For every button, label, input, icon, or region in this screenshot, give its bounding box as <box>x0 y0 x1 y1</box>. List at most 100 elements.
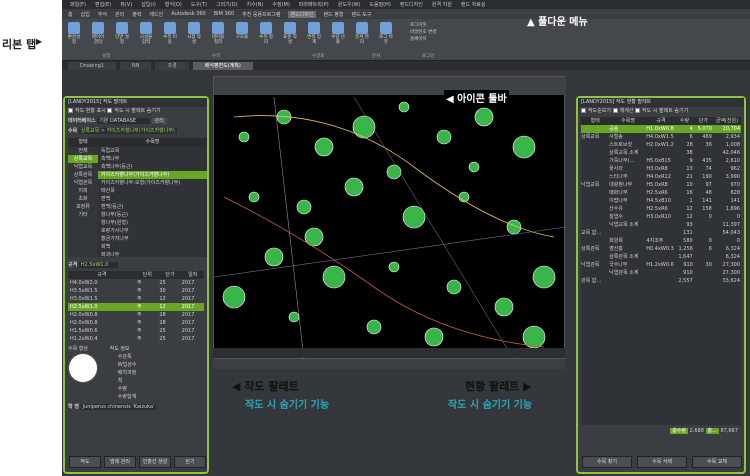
tree-symbol[interactable] <box>474 107 494 127</box>
category-item[interactable]: 포장류 <box>68 203 98 211</box>
tree-symbol[interactable] <box>314 137 334 157</box>
spec-row[interactable]: H4.0xW2.0 주 25 2017 <box>68 279 204 287</box>
status-row[interactable]: 교목 합... 131 54,043 <box>581 229 741 237</box>
category-item[interactable]: 초화 <box>68 195 98 203</box>
menu-item[interactable]: 윈도우(W) <box>338 1 361 8</box>
tree-symbol[interactable] <box>344 177 364 197</box>
spec-row[interactable]: H2.0xW0.8 주 28 2017 <box>68 311 204 319</box>
status-row[interactable]: 느티나무 H4.0xR12 21 190 3,990 <box>581 173 741 181</box>
spec-field[interactable]: H2.5xW1.0 <box>78 262 119 268</box>
status-palette-button[interactable]: 수목 찾기 <box>582 456 632 468</box>
ribbon-button[interactable]: 수량 산출 <box>330 22 346 45</box>
scientific-name-field[interactable]: Juniperus chinensis 'Kaizuka' <box>80 404 157 410</box>
tree-symbol[interactable] <box>238 131 250 143</box>
tree-symbol[interactable] <box>402 205 426 229</box>
tree-symbol[interactable] <box>494 297 514 317</box>
menu-item[interactable]: 파일(F) <box>70 1 86 8</box>
document-tab[interactable]: NN <box>119 61 152 70</box>
category-item[interactable]: 전체 <box>68 147 98 155</box>
status-row[interactable]: 스트로브잣 H2.0xW1.2 28 36 1,008 <box>581 141 741 149</box>
tree-name-item[interactable]: 태산목 <box>98 187 207 195</box>
homepage-item[interactable]: 홈페이지 <box>410 36 470 43</box>
ribbon-tab[interactable]: 관리 <box>115 11 124 18</box>
status-row[interactable]: 회양목 4지조주 580 0 0 <box>581 237 741 245</box>
menu-item[interactable]: 뷰(V) <box>120 1 132 8</box>
document-tab[interactable]: 배식평면도(계획) <box>192 61 253 70</box>
ribbon-tab[interactable]: 주석 <box>98 11 107 18</box>
ribbon-tab[interactable]: 삽입 <box>81 11 90 18</box>
tree-name-item[interactable]: 측백나무(둥근) <box>98 163 207 171</box>
tree-symbol[interactable] <box>436 129 452 145</box>
tree-name-item[interactable]: 화과나무 <box>98 251 207 257</box>
ribbon-button[interactable]: 로그 아웃 <box>378 22 394 45</box>
spec-row[interactable]: H1.2xW0.4 주 25 2017 <box>68 335 204 343</box>
tree-symbol[interactable] <box>248 191 260 203</box>
menu-item[interactable]: 형식(O) <box>165 1 182 8</box>
status-row[interactable]: 상록교목 사철송 H4.0xW1.5 6 489 2,934 <box>581 133 741 141</box>
logout-item[interactable]: 로그아웃 <box>410 22 470 29</box>
manage-button[interactable]: 관리 <box>151 118 167 124</box>
tree-symbol[interactable] <box>424 327 444 347</box>
work-palette-button[interactable]: 닫기 <box>174 456 206 468</box>
ribbon-tab[interactable]: 추천 응용프로그램 <box>242 11 280 18</box>
ribbon-tab[interactable]: 랜드 도구 <box>352 11 372 18</box>
change-password-item[interactable]: 비밀번호 변경 <box>410 29 470 36</box>
menu-item[interactable]: 원격 지원 <box>432 1 452 8</box>
menu-item[interactable]: 랜드디자인 <box>400 1 423 8</box>
work-palette-button[interactable]: 범례 관리 <box>104 456 136 468</box>
menu-item[interactable]: 그리기(D) <box>216 1 238 8</box>
ribbon-button[interactable]: 테이블 정리 <box>210 22 226 45</box>
status-row[interactable]: 가죽나무(... H5.0xB15 9 435 2,610 <box>581 157 741 165</box>
status-row[interactable]: 관목 합... 2,557 33,624 <box>581 277 741 285</box>
recalc-checkbox[interactable] <box>612 108 618 113</box>
tree-name-item[interactable]: 카이즈카향나무(가이즈카향나무) <box>98 171 207 179</box>
status-row[interactable]: 칠엽수 H3.0xR10 12 0 0 <box>581 213 741 221</box>
status-row[interactable]: 상록교목 소계 38 42,046 <box>581 149 741 157</box>
tree-symbol[interactable] <box>264 247 284 267</box>
tree-symbol[interactable] <box>532 265 556 289</box>
tree-symbol[interactable] <box>386 164 402 180</box>
tree-symbol[interactable] <box>288 311 300 323</box>
tree-name-item[interactable]: 측백나무 <box>98 155 207 163</box>
status-palette-button[interactable]: 수목 교체 <box>692 456 742 468</box>
tree-symbol[interactable] <box>512 135 536 159</box>
ribbon-tab[interactable]: Autodesk 360 <box>171 11 206 17</box>
spec-row[interactable]: H3.5xW1.5 주 30 2017 <box>68 287 204 295</box>
status-row[interactable]: 산수유 H2.5xR6 12 158 1,896 <box>581 205 741 213</box>
ribbon-tab[interactable]: 랜드디자인 <box>288 10 316 18</box>
tree-name-item[interactable]: 카이즈카향나무-모형(가이즈카향나무) <box>98 179 207 187</box>
tree-path-field[interactable]: 상록교목 > 카이즈카향나무(가이즈카향나무) <box>78 128 177 134</box>
order-view-checkbox[interactable] <box>581 108 586 113</box>
menu-item[interactable]: 도움말(H) <box>369 1 390 8</box>
menu-item[interactable]: 랜드 자료실 <box>461 1 486 8</box>
menu-item[interactable]: 도구(T) <box>191 1 207 8</box>
status-row[interactable]: 꽃사과 H3.0xR8 13 74 962 <box>581 165 741 173</box>
status-row[interactable]: 매화나무 H2.5xR6 16 48 828 <box>581 189 741 197</box>
status-row[interactable]: 이팝나무 H4.5xB10 1 141 141 <box>581 197 741 205</box>
ribbon-button[interactable]: 구조물 <box>234 22 250 40</box>
ribbon-button[interactable]: 수목 이동 <box>162 22 178 45</box>
ribbon-tab[interactable]: 출력 <box>132 11 141 18</box>
category-item[interactable]: 낙엽교목 <box>68 163 98 171</box>
tree-symbol[interactable] <box>322 265 346 289</box>
menu-item[interactable]: 삽입(I) <box>141 1 156 8</box>
tree-name-item[interactable]: 향나무(둥근) <box>98 211 207 219</box>
tree-symbol[interactable] <box>296 199 312 215</box>
spec-row[interactable]: H3.0xW1.5 주 12 2017 <box>68 295 204 303</box>
category-item[interactable]: 상록교목 <box>68 155 98 163</box>
ribbon-button[interactable]: 시점 작성 <box>186 22 202 45</box>
work-palette-button[interactable]: 작도 <box>69 456 101 468</box>
spec-row[interactable]: H1.5xW0.6 주 25 2017 <box>68 327 204 335</box>
drawing-canvas[interactable] <box>213 76 567 361</box>
ribbon-button[interactable]: 단면 설정 <box>114 22 130 45</box>
work-palette-button[interactable]: 인출선 생성 <box>139 456 171 468</box>
category-item[interactable]: 지피 <box>68 187 98 195</box>
tree-symbol[interactable] <box>506 219 522 235</box>
ribbon-button[interactable]: 수목 정리 <box>258 22 274 45</box>
document-tab[interactable]: Drawing1 <box>68 61 116 70</box>
status-row[interactable]: 상록관목 소계 1,647 6,324 <box>581 253 741 261</box>
tree-name-item[interactable]: 독립교목 <box>98 147 207 155</box>
tree-name-item[interactable]: 편백 <box>98 195 207 203</box>
ribbon-button[interactable]: 문서 관리 <box>354 22 370 45</box>
show-status-checkbox[interactable] <box>68 108 73 113</box>
